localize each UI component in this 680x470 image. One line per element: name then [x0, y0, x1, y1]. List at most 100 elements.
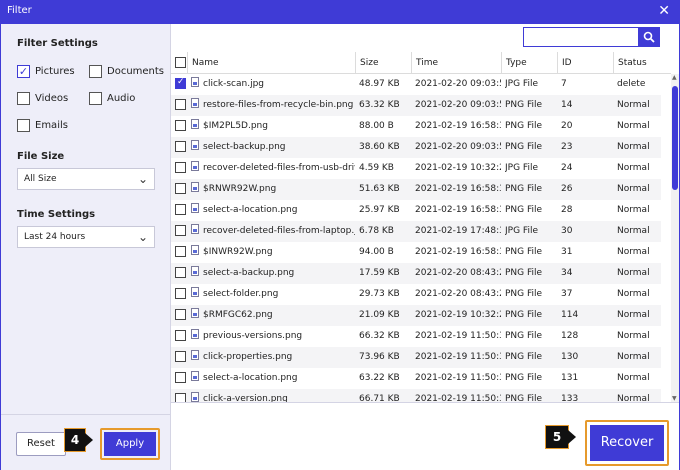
col-id[interactable]: ID	[557, 52, 613, 74]
file-name: select-a-location.png	[203, 373, 298, 383]
file-name: $RMFGC62.png	[203, 310, 273, 320]
table-row[interactable]: $IM2PL5D.png 88.00 B 2021-02-19 16:58:36 PN…	[171, 116, 661, 137]
checkbox-icon[interactable]	[175, 393, 186, 402]
search-button[interactable]	[638, 27, 660, 47]
close-icon[interactable]: ✕	[658, 3, 670, 19]
checkbox-icon[interactable]	[175, 246, 186, 257]
cell-time: 2021-02-19 11:50:33	[415, 373, 501, 383]
checkbox-icon[interactable]	[175, 351, 186, 362]
cell-status: Normal	[617, 205, 650, 215]
file-size-title: File Size	[17, 151, 65, 162]
type-label: Emails	[35, 120, 68, 131]
table-row[interactable]: select-backup.png 38.60 KB 2021-02-20 09:0…	[171, 137, 661, 158]
select-all-cell[interactable]	[171, 52, 187, 74]
time-select[interactable]: Last 24 hours ⌄	[17, 226, 155, 248]
checkbox-icon[interactable]	[175, 141, 186, 152]
type-label: Pictures	[35, 66, 75, 77]
table-row[interactable]: recover-deleted-files-from-laptop.jpg 6.7…	[171, 221, 661, 242]
table-row[interactable]: $INWR92W.png 94.00 B 2021-02-19 16:58:36 PN…	[171, 242, 661, 263]
checkbox-icon[interactable]	[175, 99, 186, 110]
table-row[interactable]: select-a-backup.png 17.59 KB 2021-02-20 08…	[171, 263, 661, 284]
checkbox-icon[interactable]	[175, 288, 186, 299]
table-row[interactable]: click-scan.jpg 48.97 KB 2021-02-20 09:03:5…	[171, 74, 661, 95]
checkbox-icon[interactable]	[175, 267, 186, 278]
file-icon	[191, 224, 199, 234]
cell-status: Normal	[617, 310, 650, 320]
sidebar-footer: Reset 4 Apply	[1, 414, 170, 470]
type-videos[interactable]: Videos	[17, 92, 68, 105]
scroll-up-icon[interactable]: ▲	[672, 74, 677, 81]
scroll-thumb[interactable]	[672, 86, 678, 190]
checkbox-icon[interactable]	[17, 119, 30, 132]
cell-name: recover-deleted-files-from-laptop.jpg	[191, 221, 355, 242]
cell-name: $RNWR92W.png	[191, 179, 355, 200]
cell-status: Normal	[617, 184, 650, 194]
cell-size: 63.22 KB	[359, 373, 400, 383]
type-documents[interactable]: Documents	[89, 65, 164, 78]
cell-time: 2021-02-19 11:50:33	[415, 352, 501, 362]
checkbox-icon[interactable]	[175, 204, 186, 215]
col-time[interactable]: Time	[411, 52, 501, 74]
file-icon	[191, 203, 199, 213]
cell-status: Normal	[617, 163, 650, 173]
file-size-select[interactable]: All Size ⌄	[17, 168, 155, 190]
step-badge-5: 5	[545, 425, 576, 449]
checkbox-icon[interactable]	[175, 162, 186, 173]
apply-button[interactable]: Apply	[104, 432, 156, 456]
cell-size: 29.73 KB	[359, 289, 400, 299]
reset-button[interactable]: Reset	[16, 432, 66, 456]
checkbox-icon[interactable]	[17, 65, 30, 78]
cell-id: 14	[561, 100, 573, 110]
checkbox-icon[interactable]	[175, 120, 186, 131]
col-type[interactable]: Type	[501, 52, 557, 74]
table-row[interactable]: select-a-location.png 63.22 KB 2021-02-19 …	[171, 368, 661, 389]
file-name: recover-deleted-files-from-usb-drive.jpg	[203, 163, 355, 173]
results-footer: 5 Recover	[171, 402, 679, 470]
checkbox-icon[interactable]	[175, 330, 186, 341]
type-emails[interactable]: Emails	[17, 119, 68, 132]
table-row[interactable]: recover-deleted-files-from-usb-drive.jpg…	[171, 158, 661, 179]
scroll-down-icon[interactable]: ▼	[672, 395, 677, 402]
cell-name: select-a-location.png	[191, 200, 355, 221]
cell-time: 2021-02-20 08:43:27	[415, 268, 501, 278]
col-name[interactable]: Name	[187, 52, 355, 74]
cell-name: select-folder.png	[191, 284, 355, 305]
cell-time: 2021-02-20 09:03:54	[415, 79, 501, 89]
table-row[interactable]: select-a-location.png 25.97 KB 2021-02-19 …	[171, 200, 661, 221]
recover-button[interactable]: Recover	[590, 425, 664, 461]
file-icon	[191, 350, 199, 360]
checkbox-icon[interactable]	[175, 183, 186, 194]
file-name: click-properties.png	[203, 352, 293, 362]
checkbox-icon[interactable]	[175, 309, 186, 320]
table-row[interactable]: click-a-version.png 66.71 KB 2021-02-19 11…	[171, 389, 661, 402]
scrollbar[interactable]: ▲ ▼	[671, 74, 679, 402]
table-row[interactable]: restore-files-from-recycle-bin.png 63.32 …	[171, 95, 661, 116]
cell-id: 23	[561, 142, 573, 152]
results-panel: Name Size Time Type ID Status click-scan…	[171, 24, 679, 470]
cell-status: Normal	[617, 121, 650, 131]
type-label: Audio	[107, 93, 136, 104]
checkbox-icon[interactable]	[89, 65, 102, 78]
type-pictures[interactable]: Pictures	[17, 65, 75, 78]
col-status[interactable]: Status	[613, 52, 671, 74]
table-row[interactable]: $RNWR92W.png 51.63 KB 2021-02-19 16:58:36 P…	[171, 179, 661, 200]
checkbox-icon[interactable]	[175, 372, 186, 383]
cell-type: PNG File	[505, 142, 543, 152]
table-row[interactable]: $RMFGC62.png 21.09 KB 2021-02-19 10:32:29 P…	[171, 305, 661, 326]
checkbox-icon[interactable]	[175, 57, 186, 68]
table-row[interactable]: click-properties.png 73.96 KB 2021-02-19 1…	[171, 347, 661, 368]
col-size[interactable]: Size	[355, 52, 411, 74]
checkbox-icon[interactable]	[89, 92, 102, 105]
search-input[interactable]	[523, 27, 639, 47]
table-row[interactable]: select-folder.png 29.73 KB 2021-02-20 08:4…	[171, 284, 661, 305]
checkbox-icon[interactable]	[17, 92, 30, 105]
cell-name: select-a-location.png	[191, 368, 355, 389]
table-row[interactable]: previous-versions.png 66.32 KB 2021-02-19 …	[171, 326, 661, 347]
file-icon	[191, 77, 199, 87]
checkbox-icon[interactable]	[175, 77, 186, 89]
cell-size: 17.59 KB	[359, 268, 400, 278]
type-audio[interactable]: Audio	[89, 92, 135, 105]
cell-time: 2021-02-19 10:32:29	[415, 163, 501, 173]
filter-window: Filter Settings Pictures Documents Video…	[0, 24, 680, 470]
checkbox-icon[interactable]	[175, 225, 186, 236]
